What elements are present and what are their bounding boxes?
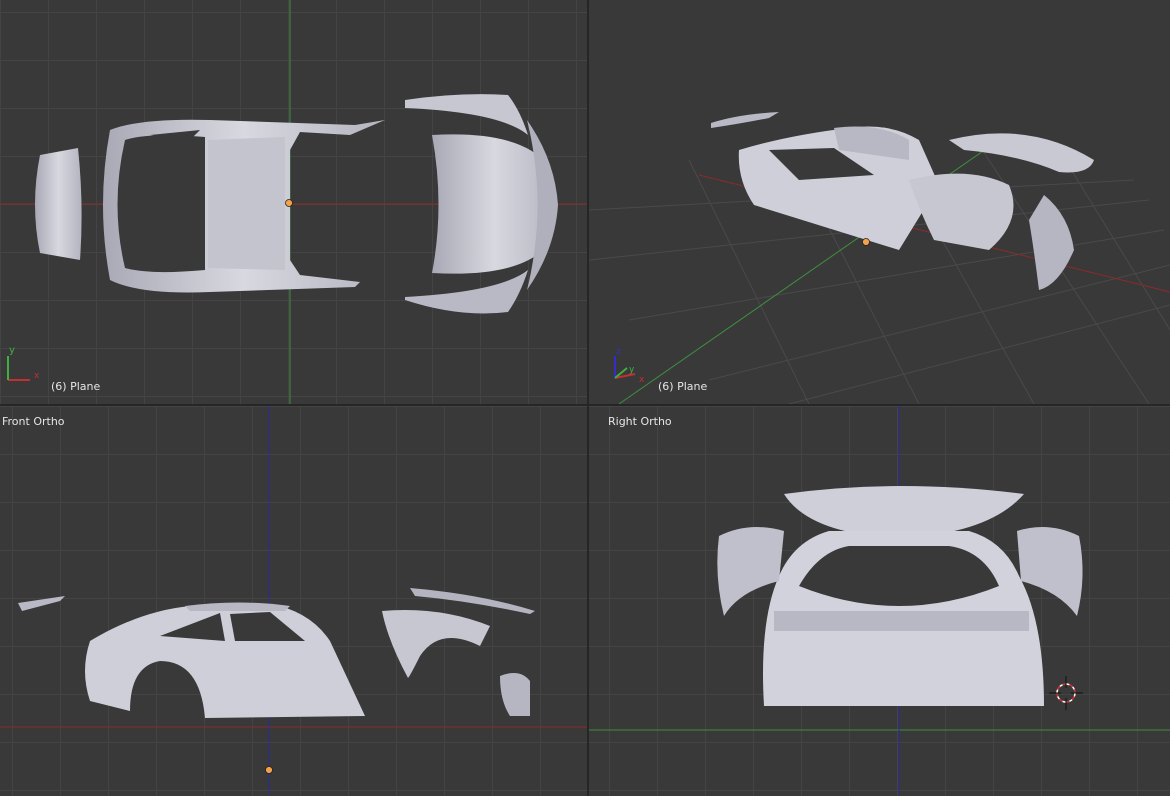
right-view-scene (589, 406, 1170, 796)
active-object-label: (6) Plane (658, 380, 708, 393)
viewport-right-ortho[interactable]: Right Ortho (589, 406, 1170, 796)
mesh-rear-panel (35, 148, 82, 260)
mesh-fender-left (405, 94, 528, 135)
axes-gizmo-icon (7, 356, 30, 381)
active-object-label: (6) Plane (51, 380, 101, 393)
origin-dot-icon (862, 238, 870, 246)
gizmo-label-y: y (629, 365, 635, 375)
viewport-divider-vertical[interactable] (587, 0, 589, 796)
mesh-hood (909, 173, 1014, 250)
front-view-scene (0, 406, 587, 796)
3d-cursor-icon (1049, 676, 1083, 710)
mesh-fender (382, 610, 490, 678)
mesh-roof (784, 486, 1024, 538)
gizmo-label-z: z (616, 347, 621, 357)
mesh-spoiler (711, 112, 779, 128)
viewport-label: Right Ortho (608, 415, 672, 428)
viewport-divider-horizontal[interactable] (0, 404, 1170, 406)
gizmo-label-x: x (34, 371, 40, 381)
mesh-fender (949, 133, 1094, 173)
mesh-body-side (85, 604, 365, 718)
viewport-top-ortho[interactable]: y x (6) Plane (0, 0, 587, 404)
mesh-bumper (500, 672, 530, 716)
mesh-spoiler (18, 596, 65, 611)
origin-dot-icon (285, 199, 293, 207)
perspective-scene: z y x (589, 112, 1170, 404)
origin-dot-icon (265, 766, 273, 774)
top-view-scene: y x (0, 0, 587, 404)
viewport-perspective[interactable]: z y x (6) Plane (589, 0, 1170, 404)
gizmo-label-x: x (639, 375, 645, 385)
viewport-label: Front Ortho (2, 415, 65, 428)
gizmo-label-y: y (9, 345, 15, 356)
viewport-front-ortho[interactable]: Front Ortho (0, 406, 587, 796)
mesh-fender-right (405, 270, 528, 314)
